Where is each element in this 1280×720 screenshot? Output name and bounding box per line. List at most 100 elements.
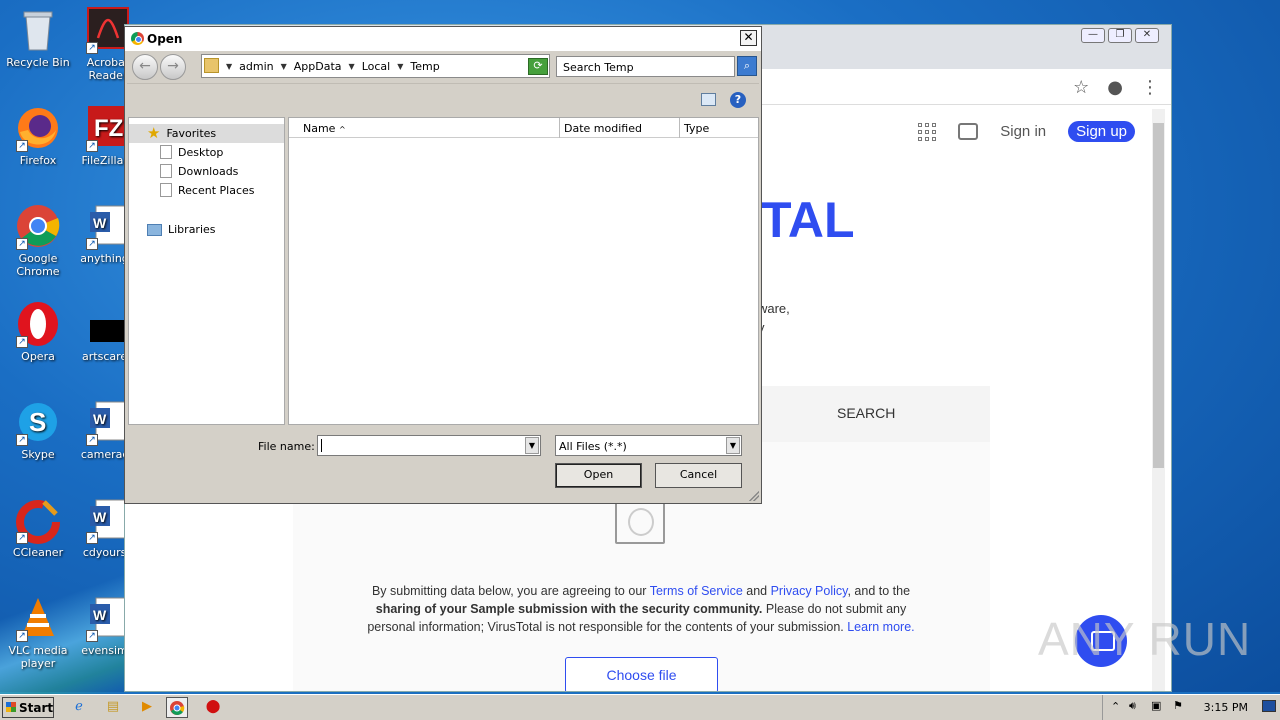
show-desktop-icon[interactable] [1262, 700, 1276, 712]
nav-item-label: Recent Places [178, 183, 255, 197]
chat-icon[interactable] [958, 123, 979, 140]
taskbar-chrome-button[interactable] [166, 697, 188, 718]
opera-icon[interactable]: ⬤ [202, 697, 224, 718]
search-icon[interactable]: ⌕ [737, 56, 757, 76]
choose-file-button[interactable]: Choose file [565, 657, 718, 691]
forward-button[interactable]: → [160, 54, 186, 80]
desktop-icon-ccleaner[interactable]: ↗ CCleaner [0, 496, 76, 559]
shortcut-arrow-icon: ↗ [86, 140, 98, 152]
show-hidden-icons-icon[interactable]: ⌃ [1111, 700, 1120, 713]
nav-item-libraries[interactable]: Libraries [147, 223, 216, 236]
chevron-down-icon[interactable]: ▼ [525, 437, 539, 454]
address-bar[interactable]: ▼ admin ▼ AppData ▼ Local ▼ Temp ▼ [201, 54, 550, 78]
opera-icon: ↗ [14, 300, 62, 348]
shortcut-arrow-icon: ↗ [16, 434, 28, 446]
window-controls: — ❐ ✕ [1081, 28, 1159, 43]
learn-more-link[interactable]: Learn more. [847, 620, 914, 634]
close-icon[interactable]: ✕ [740, 30, 757, 46]
file-name-field[interactable]: ▼ [317, 435, 541, 456]
refresh-icon[interactable]: ⟳ [528, 58, 548, 75]
breadcrumb-item[interactable]: admin [239, 60, 273, 73]
preview-pane-icon[interactable] [701, 93, 716, 106]
back-arrow-icon: ← [139, 58, 151, 74]
nav-item-label: Favorites [166, 126, 217, 140]
shortcut-arrow-icon: ↗ [86, 238, 98, 250]
breadcrumb-separator-icon[interactable]: ▼ [349, 60, 355, 73]
column-type[interactable]: Type [680, 118, 758, 138]
close-icon[interactable]: ✕ [1135, 28, 1159, 43]
vlc-icon: ↗ [14, 594, 62, 642]
desktop-icon-opera[interactable]: ↗ Opera [0, 300, 76, 363]
column-name[interactable]: Name ^ [289, 118, 560, 138]
back-button[interactable]: ← [132, 54, 158, 80]
skype-icon: S ↗ [14, 398, 62, 446]
sign-in-link[interactable]: Sign in [1000, 123, 1046, 140]
breadcrumb-item[interactable]: Temp [410, 60, 439, 73]
shortcut-arrow-icon: ↗ [16, 532, 28, 544]
nav-item-downloads[interactable]: Downloads [160, 164, 238, 178]
desktop-icon-vlc[interactable]: ↗ VLC media player [0, 594, 76, 670]
shortcut-arrow-icon: ↗ [16, 630, 28, 642]
terms-link[interactable]: Terms of Service [650, 584, 743, 598]
file-list[interactable]: Name ^ Date modified Type [288, 117, 759, 425]
open-button[interactable]: Open [555, 463, 642, 488]
cancel-button[interactable]: Cancel [655, 463, 742, 488]
ccleaner-icon: ↗ [14, 496, 62, 544]
profile-icon[interactable]: ● [1107, 77, 1123, 98]
clock[interactable]: 3:15 PM [1204, 701, 1248, 714]
chrome-icon [170, 701, 185, 715]
menu-dots-icon[interactable]: ⋮ [1141, 77, 1159, 98]
nav-item-favorites[interactable]: ★ Favorites [147, 126, 217, 141]
breadcrumb-item[interactable]: Local [362, 60, 391, 73]
nav-item-label: Libraries [168, 223, 216, 236]
start-button[interactable]: Start [2, 697, 54, 718]
svg-text:W: W [93, 411, 107, 427]
desktop-icon-recycle-bin[interactable]: Recycle Bin [0, 6, 76, 69]
ie-icon[interactable]: ℯ [68, 697, 90, 718]
svg-text:W: W [93, 215, 107, 231]
file-name-label: File name: [258, 440, 315, 453]
desktop-icon-chrome[interactable]: ↗ Google Chrome [0, 202, 76, 278]
desktop-icon-skype[interactable]: S ↗ Skype [0, 398, 76, 461]
search-input[interactable]: Search Temp [556, 56, 735, 77]
shortcut-arrow-icon: ↗ [16, 140, 28, 152]
tab-search[interactable]: SEARCH [837, 405, 895, 421]
apps-grid-icon[interactable] [918, 122, 937, 141]
minimize-icon[interactable]: — [1081, 28, 1105, 43]
page-icon [160, 164, 172, 178]
column-date-modified[interactable]: Date modified [560, 118, 680, 138]
restore-icon[interactable]: ❐ [1108, 28, 1132, 43]
action-center-flag-icon[interactable]: ⚑ [1173, 699, 1183, 712]
sign-up-button[interactable]: Sign up [1068, 121, 1135, 142]
chevron-down-icon[interactable]: ▼ [726, 437, 740, 454]
firefox-icon: ↗ [14, 104, 62, 152]
recycle-bin-icon [14, 6, 62, 54]
nav-item-label: Downloads [178, 164, 239, 178]
desktop-icon-firefox[interactable]: ↗ Firefox [0, 104, 76, 167]
scrollbar-thumb[interactable] [1153, 123, 1164, 468]
network-icon[interactable]: ▣ [1151, 699, 1161, 712]
bookmark-star-icon[interactable]: ☆ [1073, 77, 1089, 98]
text-caret [321, 439, 322, 452]
sort-up-icon: ^ [338, 125, 346, 134]
shortcut-arrow-icon: ↗ [86, 630, 98, 642]
privacy-link[interactable]: Privacy Policy [771, 584, 848, 598]
file-type-select[interactable]: All Files (*.*) ▼ [555, 435, 742, 456]
nav-item-desktop[interactable]: Desktop [160, 145, 223, 159]
resize-grip-icon[interactable] [749, 491, 759, 501]
help-icon[interactable]: ? [730, 92, 746, 108]
breadcrumb-separator-icon[interactable]: ▼ [397, 60, 403, 73]
svg-text:W: W [93, 607, 107, 623]
nav-item-recent-places[interactable]: Recent Places [160, 183, 255, 197]
desktop-icon-label: Google Chrome [16, 252, 60, 278]
media-player-icon[interactable]: ▶ [136, 697, 158, 718]
breadcrumb-separator-icon[interactable]: ▼ [281, 60, 287, 73]
volume-icon[interactable]: 🔊︎ [1129, 699, 1136, 713]
column-label: Name [303, 122, 336, 135]
explorer-folder-icon[interactable]: ▤ [102, 697, 124, 718]
page-scrollbar[interactable] [1152, 109, 1165, 691]
desktop-icon-label: Skype [21, 448, 55, 461]
desktop-icon-label: Acrobat Reader [86, 56, 130, 82]
breadcrumb-item[interactable]: AppData [294, 60, 342, 73]
desktop-icon-label: Recycle Bin [6, 56, 70, 69]
